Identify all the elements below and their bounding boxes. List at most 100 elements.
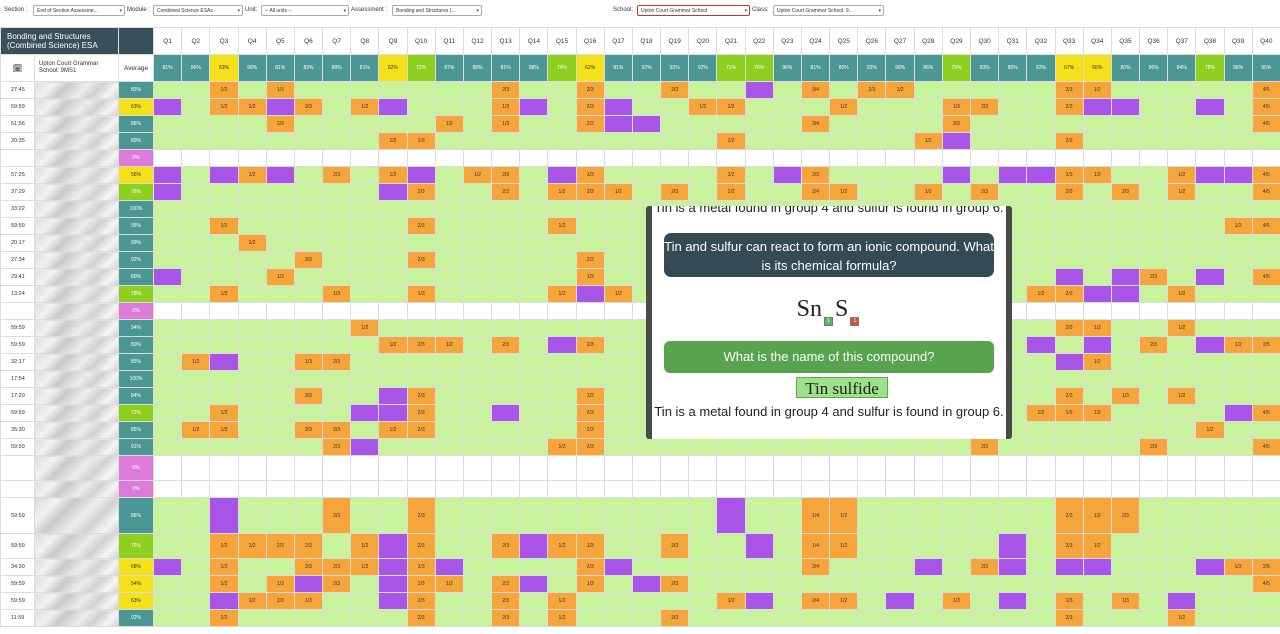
section-select[interactable]: End of Section Assessme... ▾: [33, 5, 125, 16]
answer-cell[interactable]: [491, 387, 521, 405]
answer-cell[interactable]: [1082, 302, 1112, 320]
answer-cell[interactable]: [1054, 149, 1084, 167]
answer-cell[interactable]: [519, 497, 549, 534]
answer-cell[interactable]: 1/3: [265, 268, 295, 286]
answer-cell[interactable]: [547, 234, 577, 252]
answer-cell[interactable]: [519, 455, 549, 481]
answer-cell[interactable]: [153, 302, 183, 320]
answer-cell[interactable]: [350, 455, 380, 481]
answer-cell[interactable]: [322, 480, 352, 498]
answer-cell[interactable]: [434, 183, 464, 201]
answer-cell[interactable]: [547, 387, 577, 405]
answer-cell[interactable]: [857, 132, 887, 150]
answer-cell[interactable]: [1223, 404, 1253, 422]
question-header-21[interactable]: Q21: [716, 27, 746, 55]
answer-cell[interactable]: [322, 336, 352, 354]
answer-cell[interactable]: 1/2: [209, 98, 239, 116]
answer-cell[interactable]: 1/3: [941, 98, 972, 116]
answer-cell[interactable]: [181, 438, 211, 456]
answer-cell[interactable]: [603, 533, 633, 559]
answer-cell[interactable]: [434, 200, 464, 218]
answer-cell[interactable]: [688, 183, 718, 201]
answer-cell[interactable]: [772, 115, 802, 133]
answer-cell[interactable]: [153, 480, 183, 498]
answer-cell[interactable]: [857, 183, 887, 201]
answer-cell[interactable]: [941, 438, 972, 456]
answer-cell[interactable]: [462, 183, 493, 201]
answer-cell[interactable]: 1/2: [1167, 319, 1197, 337]
answer-cell[interactable]: [575, 497, 605, 534]
answer-cell[interactable]: [293, 370, 324, 388]
answer-cell[interactable]: [237, 149, 267, 167]
answer-cell[interactable]: 1/2: [209, 217, 239, 235]
answer-cell[interactable]: [181, 81, 211, 99]
answer-cell[interactable]: 1/3: [1110, 387, 1141, 405]
answer-cell[interactable]: 2/3: [660, 575, 690, 593]
answer-cell[interactable]: 1/2: [209, 533, 239, 559]
answer-cell[interactable]: [1110, 533, 1141, 559]
answer-cell[interactable]: 1/2: [378, 132, 408, 150]
answer-cell[interactable]: [209, 166, 239, 184]
answer-cell[interactable]: [1195, 183, 1225, 201]
answer-cell[interactable]: 2/3: [1054, 319, 1084, 337]
answer-cell[interactable]: [1139, 149, 1169, 167]
answer-cell[interactable]: [829, 575, 859, 593]
answer-cell[interactable]: [237, 132, 267, 150]
answer-cell[interactable]: [800, 455, 831, 481]
answer-cell[interactable]: [519, 98, 549, 116]
answer-cell[interactable]: [998, 480, 1028, 498]
answer-cell[interactable]: 1/2: [1167, 387, 1197, 405]
question-header-22[interactable]: Q22: [744, 27, 774, 55]
student-avatar[interactable]: [33, 421, 120, 439]
answer-cell[interactable]: [322, 149, 352, 167]
answer-cell[interactable]: [1139, 81, 1169, 99]
answer-cell[interactable]: [660, 438, 690, 456]
answer-cell[interactable]: 1/3: [941, 592, 972, 610]
student-avatar[interactable]: [33, 592, 120, 610]
answer-cell[interactable]: [1110, 455, 1141, 481]
answer-cell[interactable]: [1054, 302, 1084, 320]
answer-cell[interactable]: 1/2: [1026, 404, 1056, 422]
answer-cell[interactable]: [603, 575, 633, 593]
answer-cell[interactable]: [1223, 285, 1253, 303]
answer-cell[interactable]: [378, 455, 408, 481]
answer-cell[interactable]: 1/2: [829, 183, 859, 201]
answer-cell[interactable]: 1/4: [800, 533, 831, 559]
answer-cell[interactable]: [1026, 268, 1056, 286]
answer-cell[interactable]: [181, 497, 211, 534]
answer-cell[interactable]: [237, 455, 267, 481]
answer-cell[interactable]: [1110, 81, 1141, 99]
subscript-box-1[interactable]: 1: [824, 317, 833, 326]
answer-cell[interactable]: [1139, 533, 1169, 559]
answer-cell[interactable]: 1/2: [237, 234, 267, 252]
answer-cell[interactable]: [1026, 353, 1056, 371]
answer-cell[interactable]: [1082, 558, 1112, 576]
answer-cell[interactable]: [660, 98, 690, 116]
answer-cell[interactable]: [1251, 251, 1280, 269]
answer-cell[interactable]: [1167, 336, 1197, 354]
answer-cell[interactable]: [153, 558, 183, 576]
answer-cell[interactable]: [153, 438, 183, 456]
answer-cell[interactable]: [1139, 302, 1169, 320]
answer-cell[interactable]: [941, 183, 972, 201]
answer-cell[interactable]: 2/3: [293, 533, 324, 559]
answer-cell[interactable]: [237, 370, 267, 388]
answer-cell[interactable]: [378, 319, 408, 337]
answer-cell[interactable]: [462, 404, 493, 422]
answer-cell[interactable]: [547, 404, 577, 422]
answer-cell[interactable]: [237, 421, 267, 439]
answer-cell[interactable]: [1026, 81, 1056, 99]
answer-cell[interactable]: [913, 609, 943, 627]
answer-cell[interactable]: [153, 98, 183, 116]
answer-cell[interactable]: [153, 251, 183, 269]
answer-cell[interactable]: [209, 115, 239, 133]
question-header-39[interactable]: Q39: [1223, 27, 1253, 55]
answer-cell[interactable]: [829, 149, 859, 167]
answer-cell[interactable]: [744, 149, 774, 167]
answer-cell[interactable]: [772, 480, 802, 498]
answer-cell[interactable]: [547, 200, 577, 218]
answer-cell[interactable]: [519, 438, 549, 456]
student-avatar[interactable]: [33, 533, 120, 559]
answer-cell[interactable]: [293, 404, 324, 422]
answer-cell[interactable]: 1/2: [378, 166, 408, 184]
